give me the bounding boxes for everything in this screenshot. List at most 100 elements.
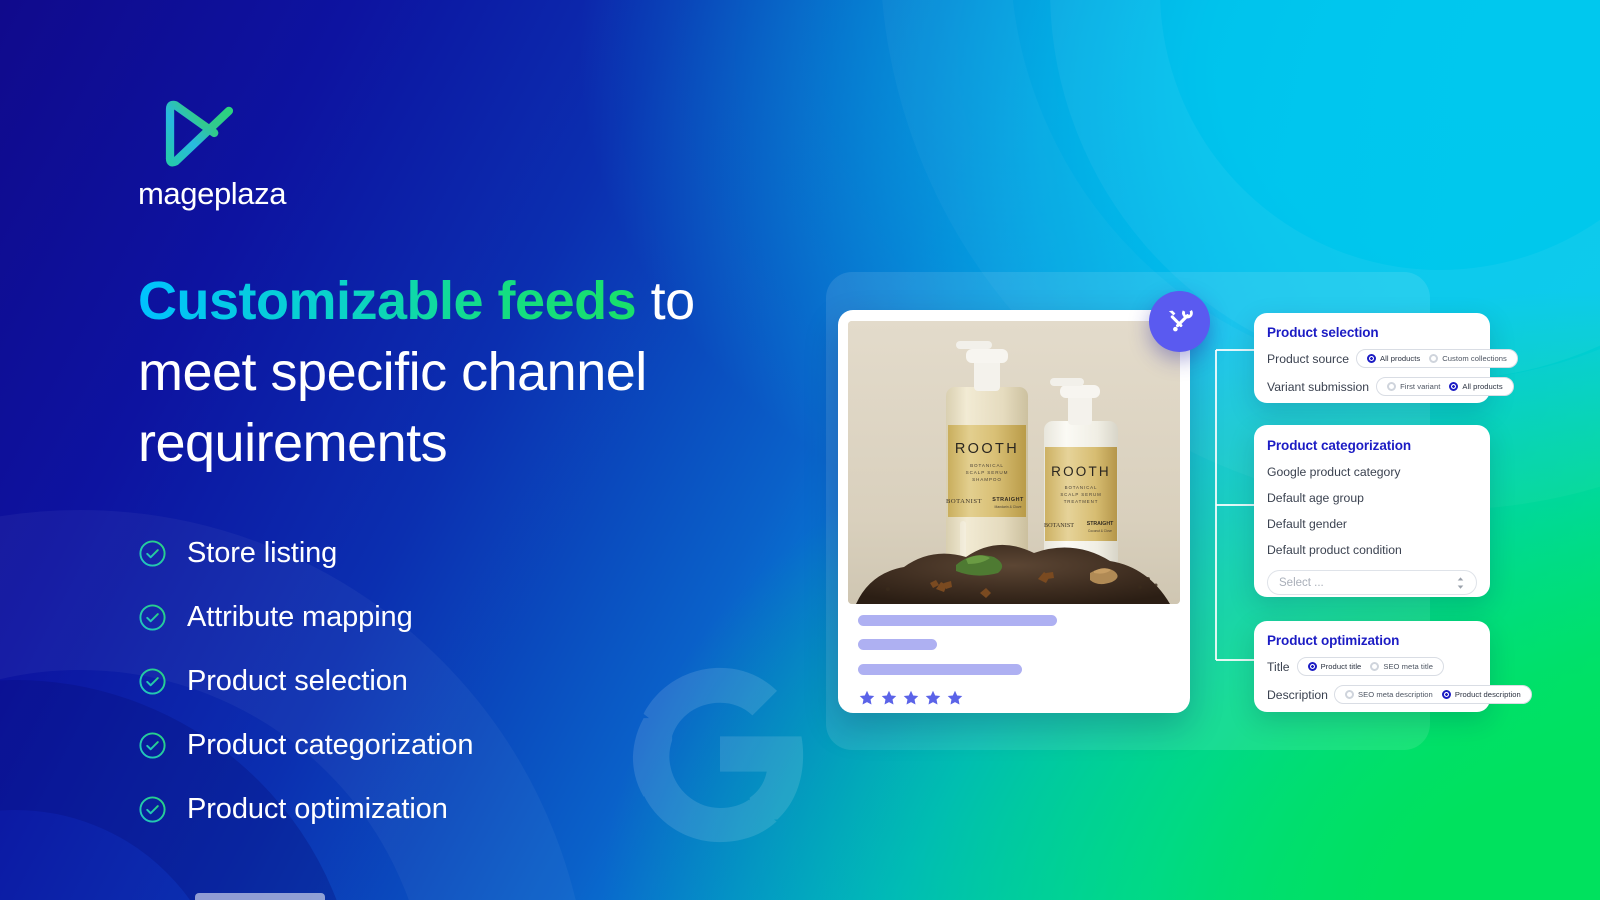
- brand-logo[interactable]: mageplaza: [138, 96, 287, 212]
- svg-text:STRAIGHT: STRAIGHT: [1087, 521, 1114, 527]
- product-card-body: [858, 615, 1172, 707]
- panel-title: Product optimization: [1267, 633, 1400, 648]
- panel-product-optimization[interactable]: Product optimization Title Product title…: [1254, 621, 1532, 712]
- radio-custom-collections[interactable]: Custom collections: [1429, 354, 1507, 363]
- star-icon: [903, 690, 919, 705]
- field-label: Product source: [1267, 351, 1349, 366]
- panel-product-selection[interactable]: Product selection Product source All pro…: [1254, 313, 1518, 403]
- radio-seo-meta-description[interactable]: SEO meta description: [1344, 690, 1433, 699]
- svg-text:BOTANIST: BOTANIST: [1044, 522, 1074, 529]
- svg-text:BOTANICAL: BOTANICAL: [970, 463, 1004, 468]
- headline-accent: Customizable feeds: [138, 271, 637, 331]
- radio-group-description[interactable]: SEO meta description Product description: [1333, 685, 1532, 704]
- bottom-accent-strip: [195, 893, 325, 900]
- radio-label: Product title: [1320, 662, 1362, 671]
- svg-text:Mandarin & Clove: Mandarin & Clove: [995, 505, 1022, 509]
- radio-indicator-icon: [1344, 690, 1354, 699]
- list-item: Product categorization: [138, 713, 838, 777]
- panel-title: Product categorization: [1267, 438, 1412, 453]
- field-label: Variant submission: [1267, 379, 1370, 394]
- radio-label: Custom collections: [1442, 354, 1507, 363]
- radio-label: SEO meta title: [1383, 662, 1433, 671]
- radio-label: First variant: [1400, 382, 1441, 391]
- radio-all-products[interactable]: All products: [1366, 354, 1421, 363]
- list-item: Attribute mapping: [138, 585, 838, 649]
- list-item: Product optimization: [138, 777, 838, 841]
- radio-product-description[interactable]: Product description: [1441, 690, 1521, 699]
- star-icon: [881, 690, 897, 705]
- radio-label: All products: [1379, 354, 1421, 363]
- field-default-gender: Default gender: [1267, 517, 1347, 531]
- star-icon: [925, 690, 941, 705]
- svg-text:SHAMPOO: SHAMPOO: [972, 477, 1002, 482]
- list-item: Store listing: [138, 521, 838, 585]
- radio-group-title[interactable]: Product title SEO meta title: [1296, 657, 1444, 676]
- svg-text:BOTANICAL: BOTANICAL: [1065, 485, 1098, 490]
- placeholder-bar: [858, 615, 1057, 626]
- radio-indicator-icon: [1449, 382, 1459, 391]
- check-circle-icon: [139, 667, 166, 695]
- radio-indicator-icon: [1307, 662, 1317, 671]
- radio-first-variant[interactable]: First variant: [1387, 382, 1440, 391]
- star-icon: [859, 690, 875, 705]
- category-select[interactable]: Select ...: [1267, 570, 1477, 595]
- svg-text:Coconut & Clove: Coconut & Clove: [1088, 529, 1112, 533]
- svg-text:BOTANIST: BOTANIST: [946, 498, 982, 505]
- radio-label: Product description: [1454, 690, 1521, 699]
- brand-wordmark: mageplaza: [138, 176, 287, 211]
- rating-stars: [858, 689, 1172, 707]
- chevron-updown-icon: [1457, 576, 1464, 589]
- radio-label: SEO meta description: [1357, 690, 1433, 699]
- check-circle-icon: [139, 795, 166, 823]
- field-variant-submission: Variant submission First variant All pro…: [1267, 377, 1514, 396]
- mageplaza-m-logo-icon: [165, 100, 245, 167]
- product-card[interactable]: ROOTH BOTANICAL SCALP SERUM SHAMPOO BOTA…: [838, 310, 1190, 713]
- svg-text:ROOTH: ROOTH: [955, 441, 1019, 457]
- radio-indicator-icon: [1441, 690, 1451, 699]
- list-item-label: Store listing: [187, 536, 338, 569]
- list-item-label: Product optimization: [187, 792, 448, 825]
- list-item: Product selection: [138, 649, 838, 713]
- svg-text:STRAIGHT: STRAIGHT: [992, 497, 1024, 503]
- tools-badge-button[interactable]: [1149, 291, 1210, 352]
- list-item-label: Product selection: [187, 664, 408, 697]
- left-content-column: mageplaza Customizable feeds to meet spe…: [138, 96, 838, 841]
- check-circle-icon: [139, 603, 166, 631]
- radio-indicator-icon: [1429, 354, 1439, 363]
- svg-text:TREATMENT: TREATMENT: [1064, 499, 1099, 504]
- radio-all-products-variant[interactable]: All products: [1449, 382, 1503, 391]
- field-default-product-condition: Default product condition: [1267, 543, 1402, 557]
- list-item-label: Product categorization: [187, 728, 474, 761]
- placeholder-bar: [858, 639, 937, 650]
- field-label: Description: [1267, 687, 1328, 702]
- field-default-age-group: Default age group: [1267, 491, 1364, 505]
- radio-group-variant-submission[interactable]: First variant All products: [1376, 377, 1514, 396]
- panel-product-categorization[interactable]: Product categorization Google product ca…: [1254, 425, 1490, 597]
- svg-text:ROOTH: ROOTH: [1051, 464, 1111, 479]
- field-label: Title: [1267, 659, 1290, 674]
- check-circle-icon: [139, 731, 166, 759]
- product-photo: ROOTH BOTANICAL SCALP SERUM SHAMPOO BOTA…: [848, 321, 1180, 604]
- field-google-product-category: Google product category: [1267, 465, 1401, 479]
- select-placeholder: Select ...: [1279, 576, 1324, 589]
- radio-seo-meta-title[interactable]: SEO meta title: [1370, 662, 1433, 671]
- field-title: Title Product title SEO meta title: [1267, 657, 1477, 676]
- field-product-source: Product source All products Custom colle…: [1267, 349, 1518, 368]
- page-title: Customizable feeds to meet specific chan…: [138, 266, 738, 479]
- field-description: Description SEO meta description Product…: [1267, 685, 1532, 704]
- tools-screwdriver-wrench-icon: [1168, 307, 1193, 332]
- radio-indicator-icon: [1370, 662, 1380, 671]
- svg-text:SCALP SERUM: SCALP SERUM: [966, 470, 1009, 475]
- placeholder-bar: [858, 664, 1022, 675]
- radio-product-title[interactable]: Product title: [1307, 662, 1362, 671]
- svg-text:SCALP SERUM: SCALP SERUM: [1060, 492, 1101, 497]
- panel-title: Product selection: [1267, 325, 1379, 340]
- star-icon: [947, 690, 963, 705]
- feature-bullet-list: Store listing Attribute mapping Product …: [138, 521, 838, 841]
- radio-label: All products: [1462, 382, 1503, 391]
- radio-indicator-icon: [1366, 354, 1376, 363]
- list-item-label: Attribute mapping: [187, 600, 413, 633]
- check-circle-icon: [139, 539, 166, 567]
- radio-group-product-source[interactable]: All products Custom collections: [1355, 349, 1518, 368]
- radio-indicator-icon: [1387, 382, 1397, 391]
